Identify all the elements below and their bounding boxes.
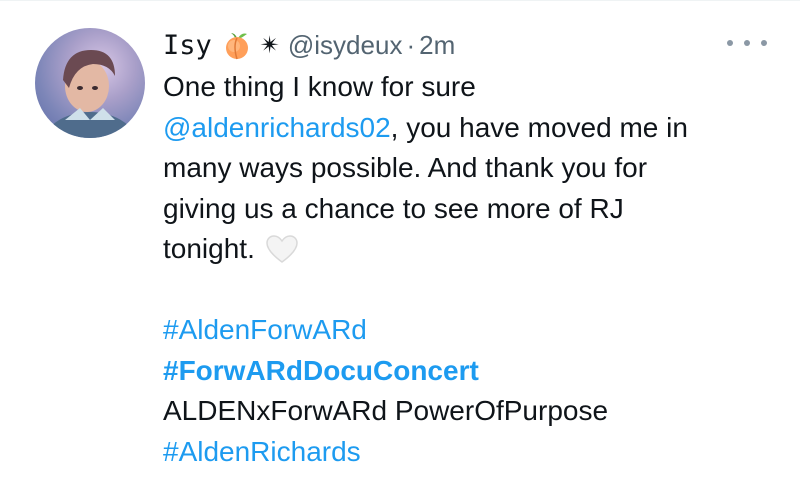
tweet-line-4: giving us a chance to see more of RJ bbox=[163, 192, 624, 224]
tweet-line-1: One thing I know for sure bbox=[163, 71, 476, 102]
tweet-line-2-rest: , you have moved me in bbox=[390, 111, 688, 143]
more-dots-icon[interactable] bbox=[727, 33, 767, 53]
tweet-line-2: @aldenrichards02, you have moved me in bbox=[163, 108, 783, 149]
author-name[interactable]: Isy bbox=[163, 30, 212, 61]
author-symbol: ✴ bbox=[259, 31, 280, 59]
avatar[interactable] bbox=[35, 28, 145, 138]
tweet-line-3: many ways possible. And thank you for bbox=[163, 152, 648, 183]
separator-dot: · bbox=[406, 29, 416, 60]
hashtag-aldenforward[interactable]: #AldenForwARd bbox=[163, 310, 783, 351]
white-heart-icon bbox=[265, 234, 299, 264]
tweet-card[interactable]: Isy ✴ @isydeux · 2m One thing I know for… bbox=[0, 0, 800, 489]
tweet-timestamp[interactable]: 2m bbox=[419, 30, 455, 61]
mention-link[interactable]: @aldenrichards02 bbox=[163, 112, 391, 143]
hashtag-forwarddocuconcert[interactable]: #ForwARdDocuConcert bbox=[163, 351, 783, 392]
tweet-text: One thing I know for sure @aldenrichards… bbox=[163, 67, 783, 472]
author-handle[interactable]: @isydeux bbox=[288, 30, 403, 61]
tweet-line-5-wrap: tonight. bbox=[163, 229, 783, 270]
avatar-image bbox=[43, 50, 137, 138]
tweet-header: Isy ✴ @isydeux · 2m bbox=[163, 25, 455, 65]
peach-icon bbox=[222, 30, 252, 60]
hashtag-aldenrichards[interactable]: #AldenRichards bbox=[163, 432, 783, 473]
plain-line: ALDENxForwARd PowerOfPurpose bbox=[163, 395, 609, 426]
tweet-line-5: tonight. bbox=[163, 233, 255, 264]
